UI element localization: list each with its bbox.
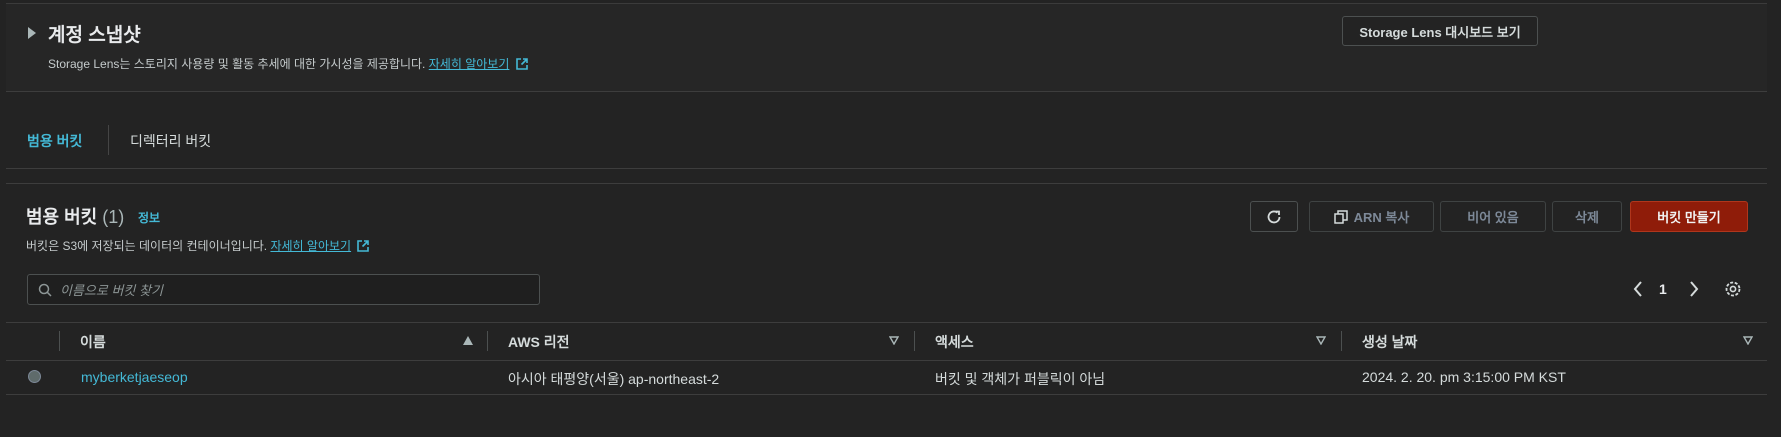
sort-descending-icon[interactable] — [1316, 336, 1326, 345]
column-header-region[interactable]: AWS 리전 — [508, 332, 570, 352]
table-row-border — [6, 394, 1767, 395]
gear-icon[interactable] — [1724, 279, 1742, 299]
bucket-search-input[interactable] — [60, 279, 520, 301]
refresh-icon — [1267, 210, 1281, 223]
column-separator — [59, 331, 60, 351]
chevron-left-icon[interactable] — [1631, 279, 1645, 299]
table-header-bottom-border — [6, 360, 1767, 361]
snapshot-description-text: Storage Lens는 스토리지 사용량 및 활동 추세에 대한 가시성을 … — [48, 57, 426, 71]
tab-general-buckets[interactable]: 범용 버킷 — [27, 131, 82, 151]
column-separator — [487, 331, 488, 351]
tab-separator — [108, 125, 109, 155]
buckets-learn-more-link[interactable]: 자세히 알아보기 — [270, 239, 351, 253]
buckets-count: (1) — [102, 207, 125, 227]
sort-descending-icon[interactable] — [889, 336, 899, 345]
column-separator — [1341, 331, 1342, 351]
expand-caret-icon[interactable] — [28, 27, 36, 39]
buckets-description-text: 버킷은 S3에 저장되는 데이터의 컨테이너입니다. — [26, 239, 268, 253]
copy-icon — [1333, 209, 1348, 224]
buckets-heading: 범용 버킷 (1) — [26, 203, 124, 229]
buckets-description: 버킷은 S3에 저장되는 데이터의 컨테이너입니다. 자세히 알아보기 — [26, 237, 370, 254]
row-select-radio[interactable] — [28, 370, 41, 383]
table-header-top-border — [6, 322, 1767, 323]
search-icon — [38, 283, 52, 297]
delete-button[interactable]: 삭제 — [1552, 201, 1622, 232]
external-link-icon — [515, 58, 528, 70]
column-separator — [914, 331, 915, 351]
buckets-title: 범용 버킷 — [26, 207, 98, 227]
account-snapshot-panel: 계정 스냅샷 Storage Lens는 스토리지 사용량 및 활동 추세에 대… — [6, 4, 1767, 92]
tabs-divider — [6, 168, 1767, 169]
sort-ascending-icon[interactable] — [463, 336, 473, 345]
section-divider — [6, 183, 1767, 184]
snapshot-learn-more-link[interactable]: 자세히 알아보기 — [429, 57, 510, 71]
column-header-name[interactable]: 이름 — [80, 332, 106, 352]
sort-descending-icon[interactable] — [1743, 336, 1753, 345]
copy-arn-label: ARN 복사 — [1353, 210, 1410, 225]
bucket-name-link[interactable]: myberketjaeseop — [81, 369, 188, 385]
bucket-region: 아시아 태평양(서울) ap-northeast-2 — [508, 371, 720, 387]
page-number[interactable]: 1 — [1659, 281, 1667, 297]
bucket-search-field[interactable] — [27, 274, 540, 305]
snapshot-description: Storage Lens는 스토리지 사용량 및 활동 추세에 대한 가시성을 … — [48, 55, 528, 72]
copy-arn-button[interactable]: ARN 복사 — [1309, 201, 1434, 232]
snapshot-title: 계정 스냅샷 — [48, 25, 141, 46]
external-link-icon — [357, 240, 370, 252]
storage-lens-dashboard-button[interactable]: Storage Lens 대시보드 보기 — [1342, 16, 1538, 46]
empty-bucket-button[interactable]: 비어 있음 — [1440, 201, 1546, 232]
column-header-access[interactable]: 액세스 — [935, 332, 974, 352]
column-header-created[interactable]: 생성 날짜 — [1362, 332, 1417, 352]
chevron-right-icon[interactable] — [1687, 279, 1701, 299]
info-link[interactable]: 정보 — [138, 209, 160, 226]
tab-directory-buckets[interactable]: 디렉터리 버킷 — [130, 131, 211, 151]
bucket-access: 버킷 및 객체가 퍼블릭이 아님 — [935, 371, 1106, 387]
bucket-created-date: 2024. 2. 20. pm 3:15:00 PM KST — [1362, 369, 1566, 385]
create-bucket-button[interactable]: 버킷 만들기 — [1630, 201, 1748, 232]
refresh-button[interactable] — [1250, 201, 1298, 232]
